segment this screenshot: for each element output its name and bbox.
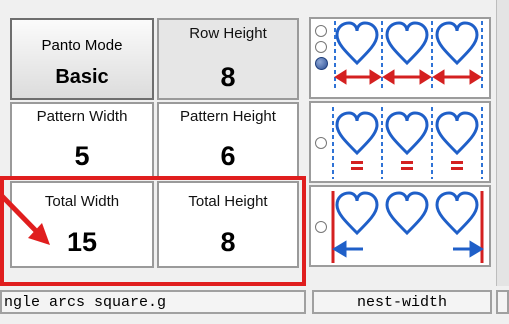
row-height-label: Row Height [189,25,267,42]
radio-option-4[interactable] [315,137,327,149]
radio-option-3-selected[interactable] [315,57,328,70]
pattern-width-field[interactable]: Pattern Width 5 [10,102,154,178]
status-bar-extra [496,290,509,314]
row-height-spacing-pattern-icon [334,21,483,91]
total-width-pattern-icon [331,191,484,263]
pattern-height-label: Pattern Height [180,108,276,125]
radio-option-5[interactable] [315,221,327,233]
row-height-field[interactable]: Row Height 8 [157,18,299,100]
panto-mode-button[interactable]: Panto Mode Basic [10,18,154,100]
radio-option-1[interactable] [315,25,327,37]
status-mode-text: nest-width [356,294,447,311]
pattern-width-value: 5 [74,141,90,171]
panto-mode-label: Panto Mode [41,37,123,54]
total-width-option-panel[interactable] [309,185,491,267]
status-bar-filename: ngle arcs square.g [0,290,306,314]
pattern-height-field[interactable]: Pattern Height 6 [157,102,299,178]
status-bar-mode: nest-width [312,290,492,314]
radio-option-2[interactable] [315,41,327,53]
panto-mode-value: Basic [55,66,109,88]
vertical-scrollbar[interactable] [496,0,509,286]
red-arrow-annotation [0,192,50,245]
pattern-height-value: 6 [220,141,236,171]
status-filename-text: ngle arcs square.g [4,294,167,311]
row-height-option-panel[interactable] [309,17,491,99]
row-height-value: 8 [220,62,236,92]
pattern-width-height-pattern-icon [332,107,483,179]
pattern-size-option-panel[interactable] [309,101,491,183]
pattern-width-label: Pattern Width [36,108,128,125]
